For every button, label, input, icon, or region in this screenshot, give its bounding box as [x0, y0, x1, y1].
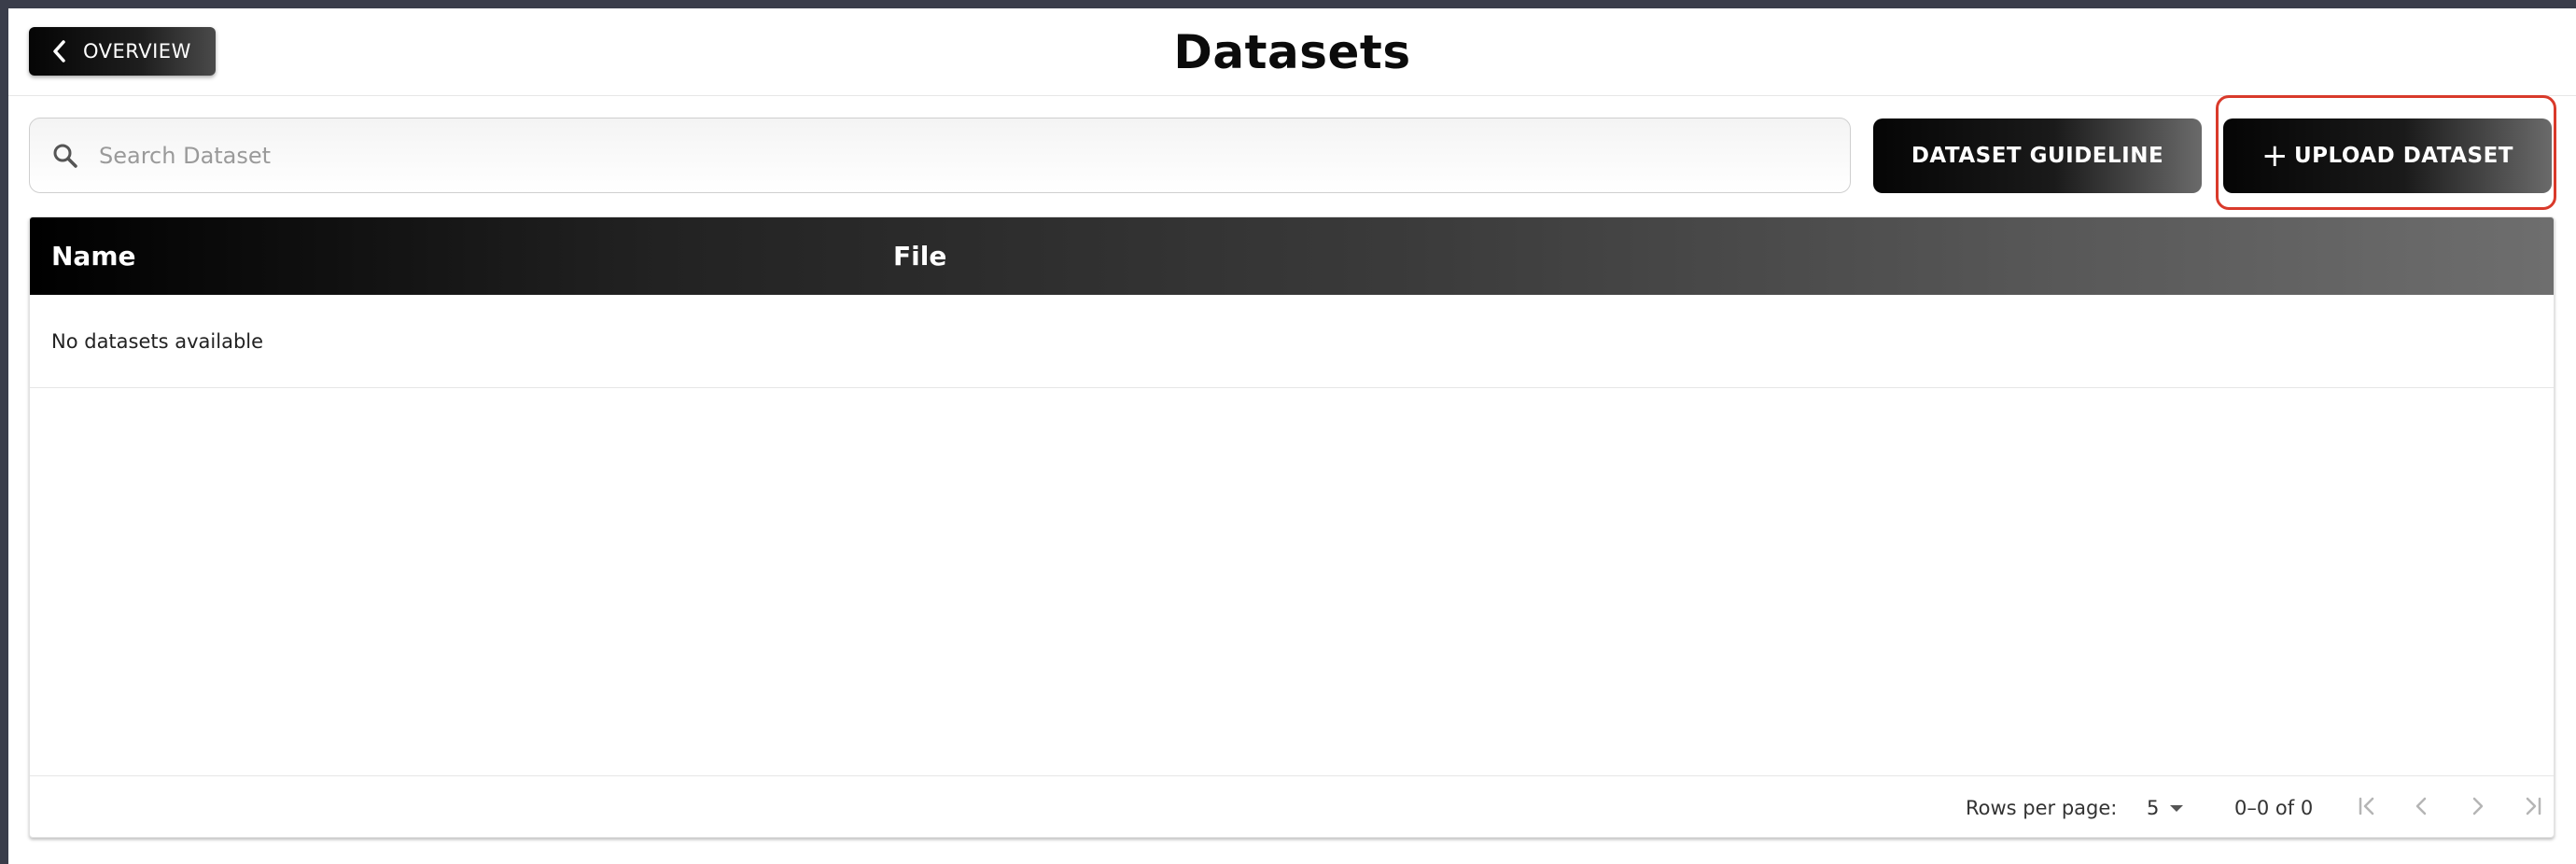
empty-message: No datasets available	[51, 329, 264, 353]
rows-per-page-label: Rows per page:	[1966, 797, 2118, 819]
search-input[interactable]	[97, 141, 1781, 170]
next-page-button[interactable]	[2459, 790, 2495, 826]
table-header: Name File	[30, 217, 2554, 295]
page-title: Datasets	[1173, 25, 1411, 79]
last-page-icon	[2521, 794, 2545, 822]
upload-dataset-button[interactable]: + UPLOAD DATASET	[2223, 118, 2552, 193]
app-window: OVERVIEW Datasets DATASET GUIDELINE + UP…	[0, 0, 2576, 864]
dataset-guideline-label: DATASET GUIDELINE	[1911, 144, 2164, 168]
rows-per-page-select[interactable]: 5	[2147, 776, 2184, 837]
datasets-table: Name File No datasets available Rows per…	[29, 216, 2555, 838]
search-icon	[50, 141, 80, 171]
datasets-panel: OVERVIEW Datasets DATASET GUIDELINE + UP…	[8, 8, 2576, 864]
caret-down-icon	[2170, 804, 2184, 812]
column-header-name[interactable]: Name	[51, 217, 136, 295]
first-page-button[interactable]	[2349, 790, 2385, 826]
plus-icon: +	[2261, 137, 2289, 174]
chevron-left-icon	[2410, 794, 2434, 822]
upload-dataset-label: UPLOAD DATASET	[2294, 144, 2513, 168]
chevron-right-icon	[2465, 794, 2489, 822]
column-header-file[interactable]: File	[893, 217, 946, 295]
previous-page-button[interactable]	[2404, 790, 2440, 826]
search-box[interactable]	[29, 118, 1851, 193]
last-page-button[interactable]	[2515, 790, 2551, 826]
header-divider	[8, 95, 2576, 96]
rows-per-page-value: 5	[2147, 797, 2160, 819]
table-row: No datasets available	[30, 295, 2554, 388]
first-page-icon	[2355, 794, 2379, 822]
dataset-guideline-button[interactable]: DATASET GUIDELINE	[1873, 118, 2202, 193]
pagination-range: 0–0 of 0	[2234, 797, 2314, 819]
table-pagination: Rows per page: 5 0–0 of 0	[30, 775, 2554, 837]
